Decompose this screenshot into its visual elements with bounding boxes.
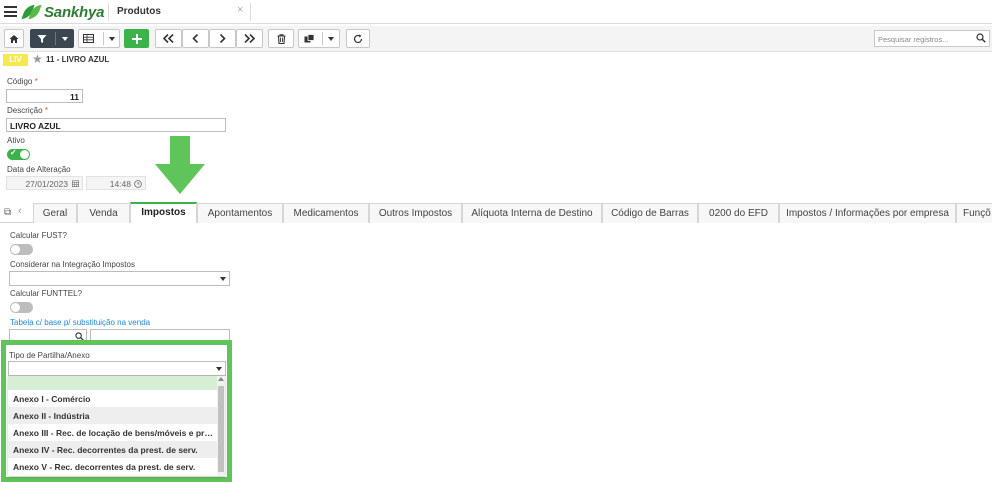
data-alteracao-field: 27/01/2023 bbox=[6, 176, 83, 190]
scroll-up-icon[interactable] bbox=[218, 377, 224, 381]
screen-tab-title[interactable]: Produtos bbox=[117, 6, 161, 17]
tabela-base-label[interactable]: Tabela c/ base p/ substituição na venda bbox=[10, 318, 150, 327]
considerar-integracao-select[interactable] bbox=[9, 271, 230, 286]
dropdown-option-anexo-iv[interactable]: Anexo IV - Rec. decorrentes da prest. de… bbox=[8, 441, 217, 458]
filter-button[interactable] bbox=[30, 29, 74, 48]
favorite-star-icon[interactable]: ★ bbox=[32, 52, 43, 66]
tab-aliquota-interna[interactable]: Alíquota Interna de Destino bbox=[462, 203, 602, 223]
chevron-right-icon bbox=[219, 34, 226, 43]
divider bbox=[108, 3, 109, 21]
arrow-down-icon bbox=[155, 136, 205, 194]
search-placeholder: Pesquisar registros... bbox=[878, 35, 949, 44]
scrollbar-thumb[interactable] bbox=[218, 386, 224, 472]
tab-codigo-barras[interactable]: Código de Barras bbox=[602, 203, 698, 223]
date-value: 27/01/2023 bbox=[25, 179, 68, 189]
calcular-funttel-toggle[interactable] bbox=[10, 302, 33, 313]
chevron-down-icon bbox=[216, 367, 222, 371]
home-icon bbox=[9, 34, 19, 43]
codigo-field[interactable]: 11 bbox=[6, 89, 83, 103]
chevron-down-icon bbox=[328, 36, 334, 41]
refresh-icon bbox=[353, 34, 363, 43]
data-alteracao-label: Data de Alteração bbox=[7, 165, 71, 174]
home-button[interactable] bbox=[4, 29, 24, 48]
required-mark: * bbox=[34, 77, 38, 86]
double-chevron-left-icon bbox=[163, 34, 174, 43]
previous-record-button[interactable] bbox=[182, 29, 209, 48]
tipo-partilha-dropdown-list: Anexo I - Comércio Anexo II - Indústria … bbox=[8, 376, 225, 476]
chevron-down-icon bbox=[109, 36, 115, 41]
copy-icon bbox=[304, 34, 315, 43]
calcular-fust-toggle[interactable] bbox=[10, 244, 33, 255]
dropdown-option-anexo-ii[interactable]: Anexo II - Indústria bbox=[8, 407, 217, 424]
tab-funcoes[interactable]: Funçõ bbox=[956, 203, 992, 223]
first-record-button[interactable] bbox=[155, 29, 182, 48]
next-record-button[interactable] bbox=[209, 29, 236, 48]
tab-medicamentos[interactable]: Medicamentos bbox=[283, 203, 369, 223]
plus-icon bbox=[131, 33, 142, 44]
tipo-partilha-select[interactable] bbox=[8, 361, 226, 376]
tab-apontamentos[interactable]: Apontamentos bbox=[197, 203, 283, 223]
descricao-field[interactable]: LIVRO AZUL bbox=[6, 118, 226, 132]
calcular-funttel-label: Calcular FUNTTEL? bbox=[10, 289, 83, 298]
double-chevron-right-icon bbox=[244, 34, 255, 43]
tab-0200-efd[interactable]: 0200 do EFD bbox=[698, 203, 779, 223]
trash-icon bbox=[277, 33, 285, 44]
last-record-button[interactable] bbox=[236, 29, 263, 48]
tab-geral[interactable]: Geral bbox=[33, 203, 77, 223]
top-bar: Sankhya Produtos × bbox=[0, 0, 992, 24]
delete-button[interactable] bbox=[268, 29, 294, 48]
considerar-integracao-label: Considerar na Integração Impostos bbox=[10, 260, 135, 269]
dropdown-option-anexo-iii[interactable]: Anexo III - Rec. de locação de bens/móve… bbox=[8, 424, 217, 441]
tipo-partilha-label: Tipo de Partilha/Anexo bbox=[9, 351, 90, 360]
copy-button[interactable] bbox=[298, 29, 340, 48]
sankhya-logo-icon bbox=[21, 4, 42, 20]
ativo-label: Ativo bbox=[7, 136, 25, 145]
add-button[interactable] bbox=[124, 29, 149, 48]
descricao-label: Descrição * bbox=[7, 106, 48, 115]
copy-tabs-icon[interactable]: ⧉ bbox=[4, 207, 11, 218]
tab-venda[interactable]: Venda bbox=[77, 203, 130, 223]
search-icon bbox=[976, 33, 986, 43]
brand-name: Sankhya bbox=[44, 3, 105, 21]
record-badge: LIV bbox=[3, 54, 28, 66]
chevron-down-icon bbox=[220, 277, 226, 281]
toolbar bbox=[0, 26, 992, 52]
brand-logo: Sankhya bbox=[21, 2, 105, 22]
refresh-button[interactable] bbox=[346, 29, 370, 48]
chevron-left-icon[interactable]: ‹ bbox=[18, 205, 22, 217]
chevron-left-icon bbox=[192, 34, 199, 43]
chevron-down-icon bbox=[61, 36, 68, 41]
time-value: 14:48 bbox=[109, 179, 131, 189]
dropdown-scrollbar[interactable] bbox=[217, 376, 225, 476]
required-mark: * bbox=[44, 106, 48, 115]
tab-outros-impostos[interactable]: Outros Impostos bbox=[369, 203, 462, 223]
codigo-label: Código * bbox=[7, 77, 38, 86]
dropdown-option-anexo-v[interactable]: Anexo V - Rec. decorrentes da prest. de … bbox=[8, 458, 217, 475]
close-tab-icon[interactable]: × bbox=[237, 4, 243, 16]
filter-icon bbox=[37, 34, 46, 43]
menu-icon[interactable] bbox=[4, 6, 17, 17]
ativo-toggle[interactable]: ✓ bbox=[7, 148, 30, 160]
search-input[interactable]: Pesquisar registros... bbox=[874, 30, 990, 47]
divider bbox=[250, 3, 251, 21]
calcular-fust-label: Calcular FUST? bbox=[10, 231, 67, 240]
tab-impostos[interactable]: Impostos bbox=[130, 202, 197, 223]
calendar-icon bbox=[72, 180, 79, 187]
record-title: 11 - LIVRO AZUL bbox=[46, 55, 110, 64]
grid-icon bbox=[83, 34, 94, 43]
grid-view-button[interactable] bbox=[78, 29, 120, 48]
hora-alteracao-field: 14:48 bbox=[86, 176, 146, 190]
clock-icon bbox=[134, 180, 142, 188]
dropdown-option-anexo-i[interactable]: Anexo I - Comércio bbox=[8, 390, 217, 407]
tab-impostos-empresa[interactable]: Impostos / Informações por empresa bbox=[779, 203, 956, 223]
dropdown-option-empty[interactable] bbox=[8, 376, 217, 390]
check-icon: ✓ bbox=[10, 148, 17, 157]
record-header: LIV ★ 11 - LIVRO AZUL bbox=[0, 52, 992, 67]
tab-bar: ⧉ ‹ Geral Venda Impostos Apontamentos Me… bbox=[0, 201, 992, 223]
